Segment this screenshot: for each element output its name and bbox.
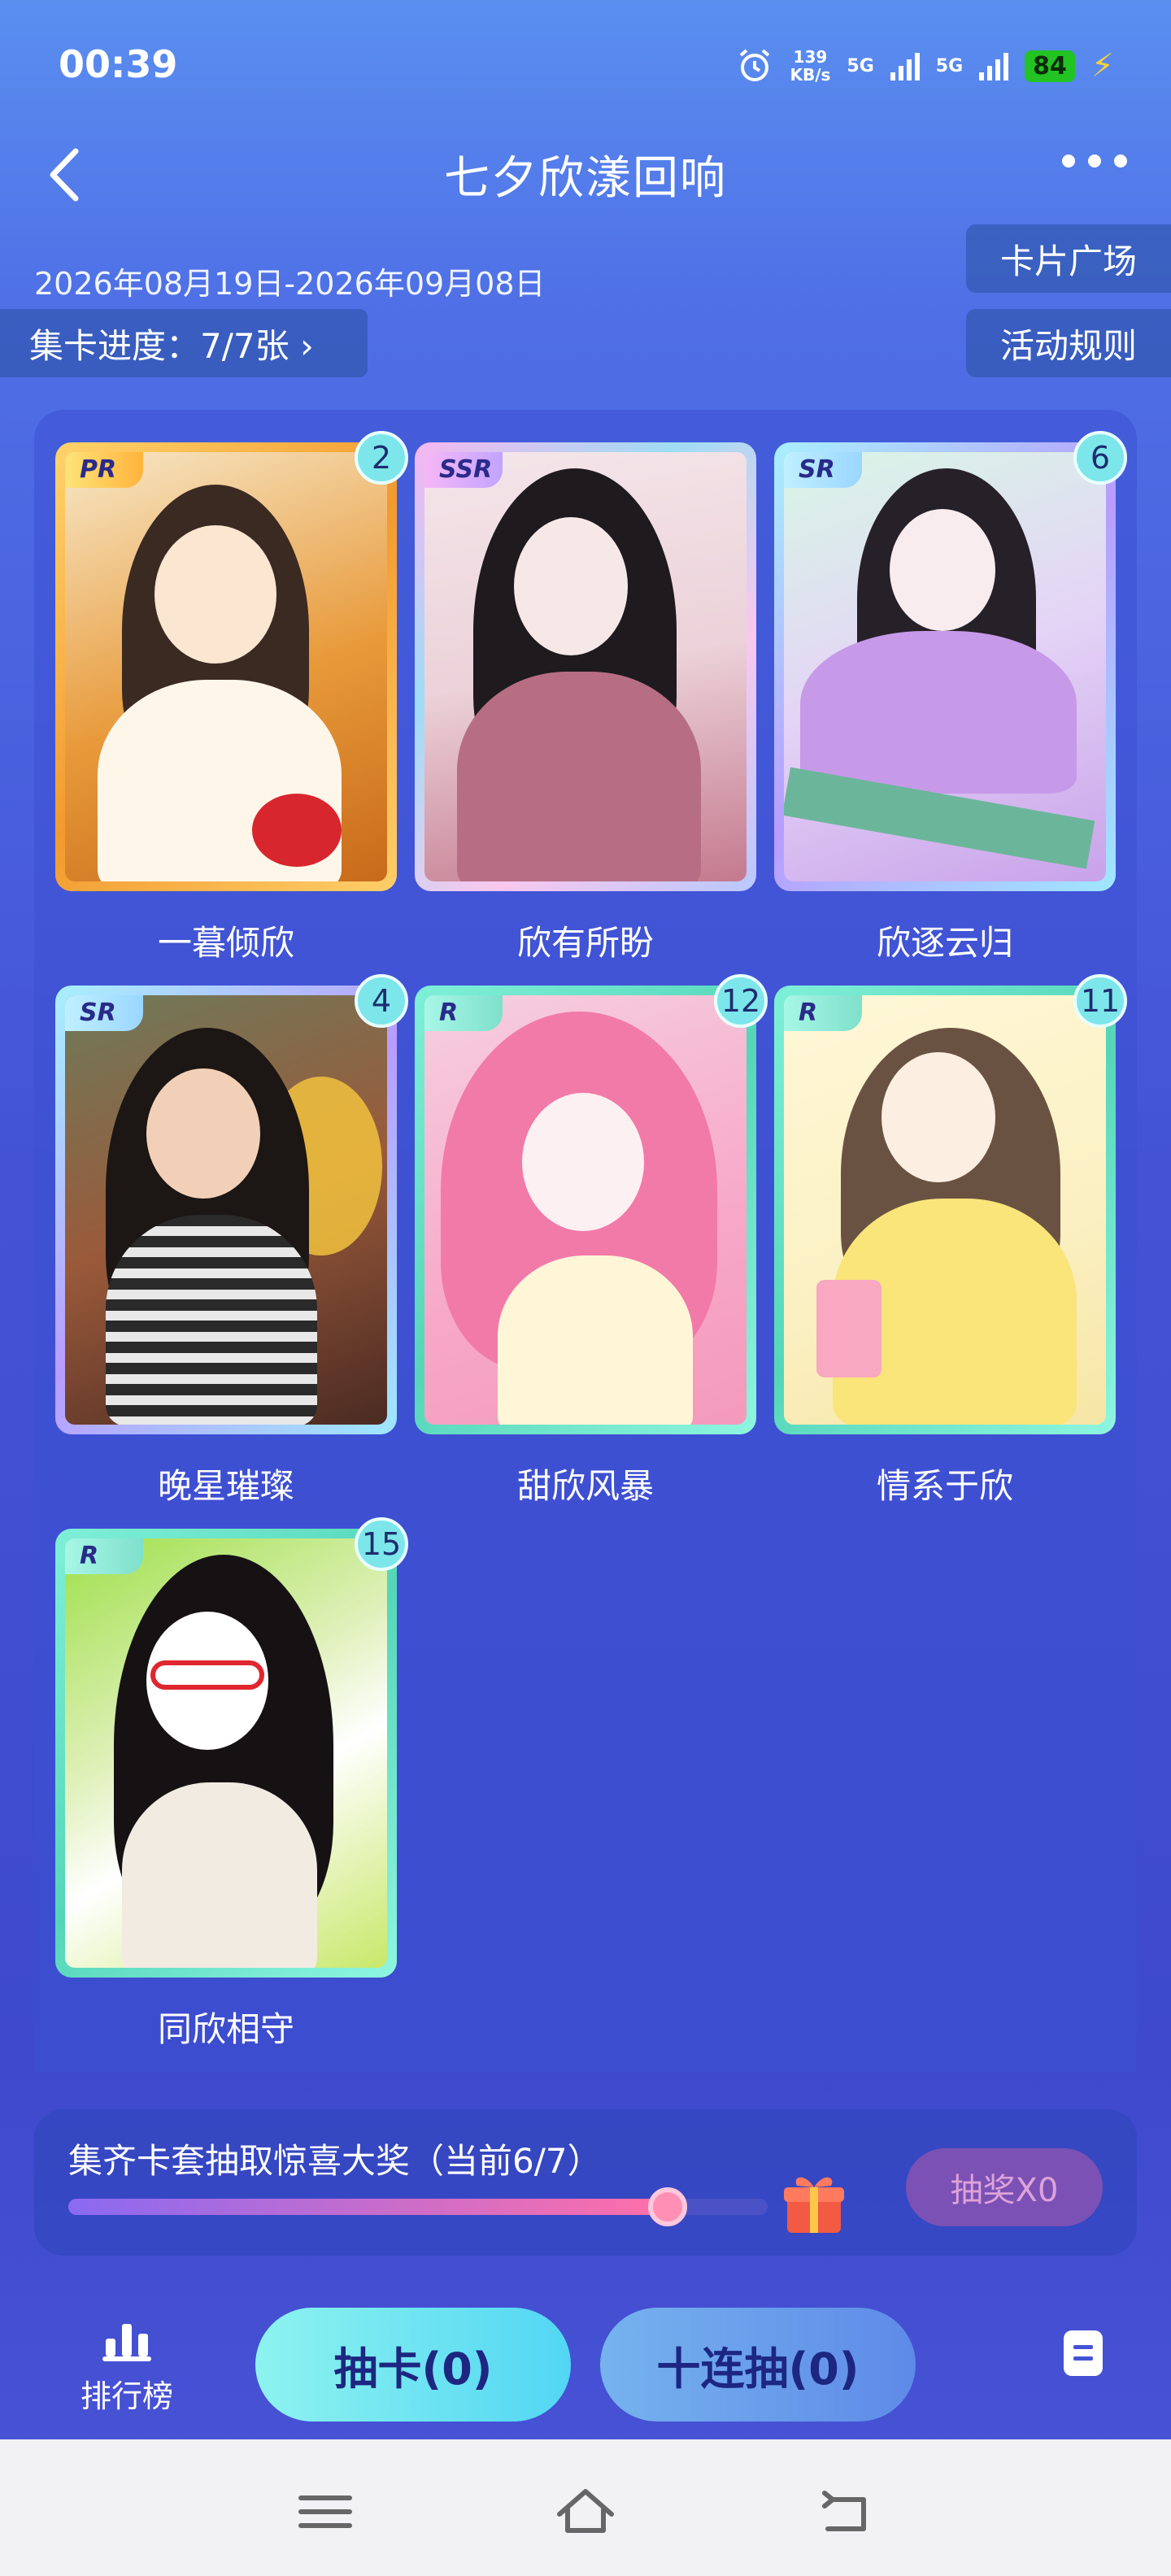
bottom-action-bar: 排行榜 抽卡(0) 十连抽(0) xyxy=(0,2285,1171,2439)
card-count-badge: 4 xyxy=(355,974,408,1028)
card-item[interactable]: PR 2 一暮倾欣 xyxy=(55,431,408,965)
draw-prize-button[interactable]: 抽奖X0 xyxy=(906,2148,1103,2226)
ranking-label: 排行榜 xyxy=(80,2378,173,2414)
sim2-label: 5G xyxy=(935,55,964,76)
record-icon[interactable] xyxy=(1064,2330,1103,2376)
card-name: 一暮倾欣 xyxy=(157,923,294,963)
sim1-label: 5G xyxy=(847,55,874,76)
card-frame: R 11 xyxy=(774,974,1127,1434)
card-item[interactable]: SR 6 欣逐云归 xyxy=(774,431,1127,965)
card-grid: PR 2 一暮倾欣 SSR 欣有所盼 SR 6 欣逐云归 SR 4 晚星璀璨 R… xyxy=(34,410,1137,2072)
page-title: 七夕欣漾回响 xyxy=(444,152,727,205)
card-art xyxy=(424,995,747,1425)
system-nav-bar xyxy=(0,2439,1171,2576)
card-name: 情系于欣 xyxy=(876,1466,1013,1506)
card-frame: SR 6 xyxy=(774,431,1127,891)
card-art xyxy=(65,995,387,1425)
rules-button[interactable]: 活动规则 xyxy=(966,309,1171,377)
gift-icon xyxy=(784,2177,844,2233)
card-count-badge: 11 xyxy=(1073,974,1127,1028)
card-frame: R 12 xyxy=(415,974,768,1434)
event-date-range: 2026年08月19日-2026年09月08日 xyxy=(34,266,546,302)
card-art xyxy=(424,452,747,881)
alarm-icon xyxy=(740,49,770,81)
card-count-badge: 2 xyxy=(355,431,408,485)
home-icon[interactable] xyxy=(553,2483,618,2540)
status-time: 00:39 xyxy=(59,42,178,86)
card-name: 欣有所盼 xyxy=(516,923,654,963)
card-plaza-button[interactable]: 卡片广场 xyxy=(966,224,1171,293)
rarity-badge: SSR xyxy=(424,452,503,488)
rarity-badge: PR xyxy=(65,452,143,488)
card-name: 甜欣风暴 xyxy=(516,1466,654,1506)
rarity-badge: SR xyxy=(784,452,862,488)
card-item[interactable]: R 15 同欣相守 xyxy=(55,1517,408,2052)
card-name: 欣逐云归 xyxy=(876,923,1013,963)
card-item[interactable]: SSR 欣有所盼 xyxy=(415,442,756,965)
card-frame: SR 4 xyxy=(55,974,408,1434)
more-options-icon[interactable] xyxy=(1062,154,1127,168)
header: 七夕欣漾回响 xyxy=(0,130,1171,220)
bonus-panel: 集齐卡套抽取惊喜大奖（当前6/7） 抽奖X0 xyxy=(34,2109,1137,2256)
card-item[interactable]: SR 4 晚星璀璨 xyxy=(55,974,408,1508)
card-art xyxy=(784,452,1106,881)
card-art xyxy=(65,452,387,881)
card-item[interactable]: R 12 甜欣风暴 xyxy=(415,974,768,1508)
card-frame: PR 2 xyxy=(55,431,408,891)
status-bar: 00:39 139 KB/s 5G 5G 84 ⚡ xyxy=(0,0,1171,130)
charging-icon: ⚡ xyxy=(1090,47,1114,85)
signal-icon-2 xyxy=(979,51,1009,80)
signal-icon xyxy=(890,51,920,80)
menu-icon[interactable] xyxy=(293,2483,358,2540)
ten-draw-button[interactable]: 十连抽(0) xyxy=(600,2308,916,2422)
card-count-badge: 12 xyxy=(714,974,768,1028)
status-icons: 139 KB/s 5G 5G 84 ⚡ xyxy=(736,47,1114,85)
net-speed: 139 KB/s xyxy=(790,47,831,85)
card-frame: R 15 xyxy=(55,1517,408,1978)
ranking-button[interactable]: 排行榜 xyxy=(70,2317,184,2416)
card-art xyxy=(784,995,1106,1425)
card-count-badge: 6 xyxy=(1073,431,1127,485)
battery-icon: 84 xyxy=(1025,50,1075,82)
back-nav-icon[interactable] xyxy=(813,2483,878,2540)
card-art xyxy=(65,1538,387,1968)
rarity-badge: R xyxy=(65,1538,143,1574)
rarity-badge: R xyxy=(784,995,862,1031)
bonus-progress-knob xyxy=(648,2187,688,2226)
card-count-badge: 15 xyxy=(355,1517,408,1571)
card-name: 同欣相守 xyxy=(157,2009,294,2049)
card-item[interactable]: R 11 情系于欣 xyxy=(774,974,1127,1508)
card-frame: SSR xyxy=(415,442,756,891)
card-name: 晚星璀璨 xyxy=(157,1466,294,1506)
rarity-badge: R xyxy=(424,995,503,1031)
bonus-description: 集齐卡套抽取惊喜大奖（当前6/7） xyxy=(68,2141,602,2181)
collection-progress-button[interactable]: 集卡进度：7/7张 › xyxy=(0,309,368,377)
bonus-progress-fill xyxy=(68,2199,668,2215)
rarity-badge: SR xyxy=(65,995,143,1031)
draw-card-button[interactable]: 抽卡(0) xyxy=(255,2308,571,2422)
bar-chart-icon xyxy=(102,2324,151,2361)
